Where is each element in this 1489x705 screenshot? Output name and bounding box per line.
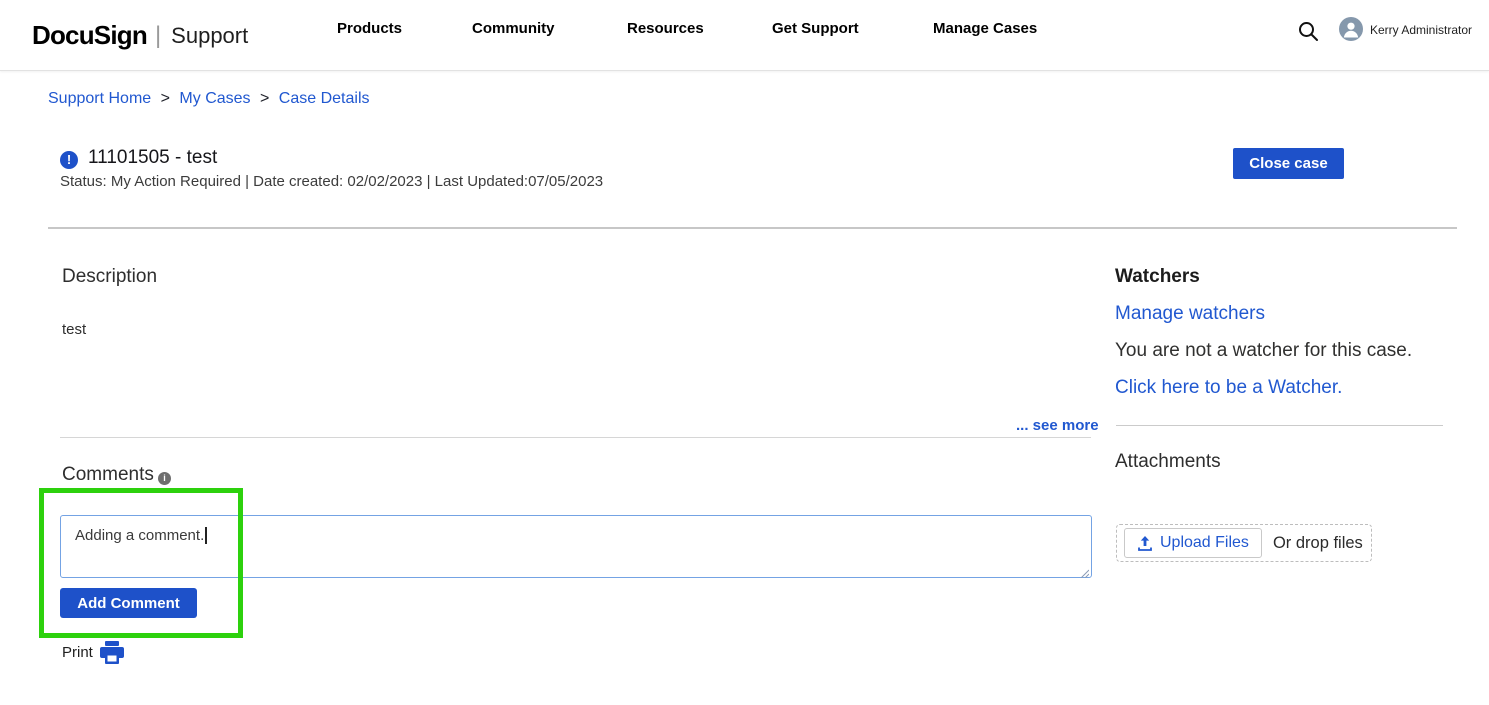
breadcrumb-separator: > xyxy=(161,90,170,107)
see-more-link[interactable]: ... see more xyxy=(1016,417,1099,434)
comment-textarea[interactable]: Adding a comment. xyxy=(60,515,1092,578)
upload-files-label: Upload Files xyxy=(1160,534,1249,552)
case-details-page: DocuSign | Support Products Community Re… xyxy=(0,0,1489,705)
description-divider xyxy=(60,437,1091,438)
drop-files-label: Or drop files xyxy=(1273,534,1363,553)
upload-icon xyxy=(1137,535,1153,552)
description-body: test xyxy=(62,321,86,338)
watchers-heading: Watchers xyxy=(1115,266,1200,288)
user-avatar-icon[interactable] xyxy=(1339,17,1363,41)
breadcrumb-separator: > xyxy=(260,90,269,107)
comment-textarea-value: Adding a comment. xyxy=(75,527,204,544)
print-label: Print xyxy=(62,644,93,661)
logo-divider: | xyxy=(155,22,161,50)
comments-heading: Comments xyxy=(62,464,154,486)
logo-wordmark: DocuSign xyxy=(32,20,147,51)
breadcrumb-my-cases[interactable]: My Cases xyxy=(179,90,250,107)
case-title: 11101505 - test xyxy=(88,147,217,169)
close-case-button[interactable]: Close case xyxy=(1233,148,1344,179)
header-divider xyxy=(48,227,1457,229)
add-comment-button[interactable]: Add Comment xyxy=(60,588,197,618)
resize-handle-icon[interactable] xyxy=(1079,565,1089,575)
printer-icon[interactable] xyxy=(99,641,125,665)
case-alert-icon: ! xyxy=(60,151,78,169)
attachments-heading: Attachments xyxy=(1115,451,1221,473)
breadcrumb-support-home[interactable]: Support Home xyxy=(48,90,151,107)
sidebar-divider xyxy=(1116,425,1443,426)
logo-support-label: Support xyxy=(171,23,248,49)
nav-item-resources[interactable]: Resources xyxy=(627,20,704,37)
nav-item-products[interactable]: Products xyxy=(337,20,402,37)
info-icon[interactable]: i xyxy=(158,472,171,485)
text-cursor xyxy=(205,527,207,544)
nav-item-get-support[interactable]: Get Support xyxy=(772,20,859,37)
breadcrumb-case-details[interactable]: Case Details xyxy=(279,90,370,107)
top-nav-bar: DocuSign | Support Products Community Re… xyxy=(0,0,1489,71)
file-dropzone[interactable]: Upload Files Or drop files xyxy=(1116,524,1372,562)
upload-files-button[interactable]: Upload Files xyxy=(1124,528,1262,558)
breadcrumb: Support Home > My Cases > Case Details xyxy=(48,90,370,108)
description-heading: Description xyxy=(62,266,157,288)
nav-item-manage-cases[interactable]: Manage Cases xyxy=(933,20,1037,37)
case-status-line: Status: My Action Required | Date create… xyxy=(60,173,603,190)
user-name-label[interactable]: Kerry Administrator xyxy=(1370,23,1472,37)
search-icon[interactable] xyxy=(1296,19,1320,43)
nav-item-community[interactable]: Community xyxy=(472,20,555,37)
docusign-logo[interactable]: DocuSign | Support xyxy=(32,0,248,71)
watcher-status-text: You are not a watcher for this case. xyxy=(1115,340,1412,362)
become-watcher-link[interactable]: Click here to be a Watcher. xyxy=(1115,377,1342,399)
manage-watchers-link[interactable]: Manage watchers xyxy=(1115,303,1265,325)
